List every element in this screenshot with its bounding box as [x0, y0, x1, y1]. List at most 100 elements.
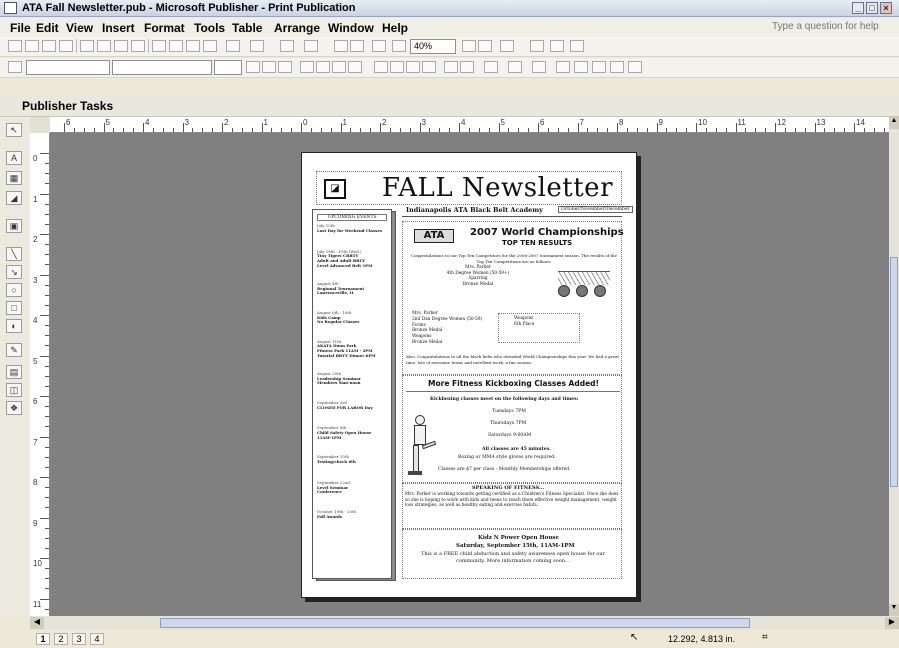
page-1-button[interactable]: 1 [36, 633, 50, 645]
zoom-out-icon[interactable] [350, 40, 364, 52]
line-icon[interactable]: ╲ [6, 247, 22, 261]
zoom-minus-icon[interactable] [462, 40, 476, 52]
wordart-icon[interactable]: ◢ [6, 191, 22, 205]
special-characters-icon[interactable] [392, 40, 406, 52]
design-gallery-icon[interactable]: ❖ [6, 401, 22, 415]
align-right-icon[interactable] [332, 61, 346, 73]
publication-page[interactable]: ◪ FALL Newsletter Indianapolis ATA Black… [301, 152, 637, 598]
line-color-icon[interactable] [508, 61, 522, 73]
style-combo[interactable] [26, 60, 110, 75]
scroll-up-icon[interactable]: ▲ [889, 117, 899, 129]
zoom-in-icon[interactable] [334, 40, 348, 52]
horizontal-scroll-thumb[interactable] [160, 618, 750, 628]
bring-forward-icon[interactable] [280, 40, 294, 52]
menu-tools[interactable]: Tools [194, 21, 225, 35]
html-fragment-icon[interactable]: ◫ [6, 383, 22, 397]
zoom-combo[interactable]: 40% [410, 39, 456, 54]
bold-icon[interactable] [246, 61, 260, 73]
copy-icon[interactable] [169, 40, 183, 52]
arrow-style-icon[interactable] [592, 61, 606, 73]
horizontal-ruler[interactable]: 6 5 4 3 2 1 0 1 2 3 4 5 6 7 8 9 10 11 12 13 14 [50, 117, 889, 133]
font-combo[interactable] [112, 60, 212, 75]
page-4-button[interactable]: 4 [90, 633, 104, 645]
3d-icon[interactable] [628, 61, 642, 73]
publisher-tasks-button[interactable]: Publisher Tasks [22, 99, 113, 113]
fill-color-icon[interactable] [484, 61, 498, 73]
result-line: 6th Place [514, 322, 535, 327]
increase-indent-icon[interactable] [422, 61, 436, 73]
zoom-plus-icon[interactable] [478, 40, 492, 52]
save-icon[interactable] [42, 40, 56, 52]
open-icon[interactable] [25, 40, 39, 52]
research-icon[interactable] [131, 40, 145, 52]
close-button[interactable]: × [880, 2, 892, 14]
vertical-scrollbar[interactable]: ▲ ▼ [889, 117, 899, 616]
print-icon[interactable] [80, 40, 94, 52]
horizontal-scrollbar[interactable]: ◀ ▶ [30, 616, 899, 630]
underline-icon[interactable] [278, 61, 292, 73]
vertical-ruler[interactable]: 0 1 2 3 4 5 6 7 8 9 10 11 [30, 133, 50, 630]
menu-table[interactable]: Table [232, 21, 262, 35]
menu-format[interactable]: Format [144, 21, 185, 35]
oval-icon[interactable]: ○ [6, 283, 22, 297]
redo-icon[interactable] [250, 40, 264, 52]
menu-window[interactable]: Window [328, 21, 374, 35]
minimize-button[interactable]: _ [852, 2, 864, 14]
ruler-tick [172, 128, 174, 132]
ruler-tick [745, 128, 747, 132]
hot-spot-icon[interactable]: ✎ [6, 343, 22, 357]
dash-style-icon[interactable] [574, 61, 588, 73]
size-combo[interactable] [214, 60, 242, 75]
shrink-font-icon[interactable] [460, 61, 474, 73]
page-2-button[interactable]: 2 [54, 633, 68, 645]
line-style-icon[interactable] [556, 61, 570, 73]
font-color-icon[interactable] [532, 61, 546, 73]
undo-icon[interactable] [226, 40, 240, 52]
form-control-icon[interactable]: ▤ [6, 365, 22, 379]
page-3-button[interactable]: 3 [72, 633, 86, 645]
new-icon[interactable] [8, 40, 22, 52]
maximize-button[interactable]: □ [866, 2, 878, 14]
columns-icon[interactable] [372, 40, 386, 52]
decrease-indent-icon[interactable] [406, 61, 420, 73]
scroll-right-icon[interactable]: ▶ [885, 617, 899, 629]
shadow-icon[interactable] [610, 61, 624, 73]
menu-insert[interactable]: Insert [102, 21, 135, 35]
vertical-scroll-thumb[interactable] [890, 257, 898, 487]
select-objects-icon[interactable]: ↖ [6, 123, 22, 137]
menu-help[interactable]: Help [382, 21, 408, 35]
cut-icon[interactable] [152, 40, 166, 52]
format-painter-icon[interactable] [203, 40, 217, 52]
bullets-icon[interactable] [390, 61, 404, 73]
picture-frame-icon[interactable]: ▣ [6, 219, 22, 233]
menu-edit[interactable]: Edit [36, 21, 59, 35]
numbering-icon[interactable] [374, 61, 388, 73]
menu-view[interactable]: View [66, 21, 93, 35]
mail-icon[interactable] [59, 40, 73, 52]
grow-font-icon[interactable] [444, 61, 458, 73]
paste-icon[interactable] [186, 40, 200, 52]
autoshapes-icon[interactable]: ◐ [6, 319, 22, 333]
arrow-icon[interactable]: ↘ [6, 265, 22, 279]
menu-arrange[interactable]: Arrange [274, 21, 320, 35]
italic-icon[interactable] [262, 61, 276, 73]
align-left-icon[interactable] [300, 61, 314, 73]
status-bar: 1 2 3 4 ↖ 12.292, 4.813 in. ⌗ [0, 630, 899, 648]
print-preview-icon[interactable] [97, 40, 111, 52]
rectangle-icon[interactable]: □ [6, 301, 22, 315]
justify-icon[interactable] [348, 61, 362, 73]
ask-question-input[interactable]: Type a question for help [768, 20, 888, 35]
spelling-icon[interactable] [114, 40, 128, 52]
group-icon[interactable] [550, 40, 564, 52]
styles-icon[interactable] [8, 61, 22, 73]
send-backward-icon[interactable] [304, 40, 318, 52]
menu-file[interactable]: File [10, 21, 31, 35]
text-box-icon[interactable]: A [6, 151, 22, 165]
scroll-left-icon[interactable]: ◀ [30, 617, 44, 629]
table-icon[interactable]: ▦ [6, 171, 22, 185]
link-icon[interactable] [530, 40, 544, 52]
scroll-down-icon[interactable]: ▼ [889, 604, 899, 616]
help-icon[interactable] [500, 40, 514, 52]
align-icon[interactable] [570, 40, 584, 52]
align-center-icon[interactable] [316, 61, 330, 73]
